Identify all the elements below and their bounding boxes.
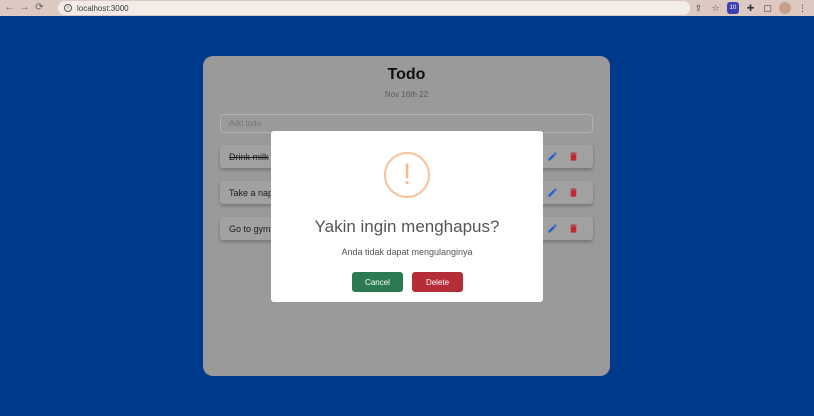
trash-icon[interactable] [567,222,579,234]
back-icon[interactable]: ← [4,3,15,14]
todo-item-label: Go to gym [229,224,271,234]
todo-title: Todo [387,66,426,83]
dialog-title: Yakin ingin menghapus? [314,217,500,236]
extension-icon[interactable]: 10 [727,2,739,14]
forward-icon[interactable]: → [19,3,30,14]
share-icon[interactable]: ⇪ [693,3,704,14]
edit-icon[interactable] [546,186,558,198]
todo-date: Nov 16th 22 [384,90,429,99]
puzzle-icon[interactable]: ✚ [745,3,756,14]
confirm-dialog: ! Yakin ingin menghapus? Anda tidak dapa… [271,131,543,302]
reload-icon[interactable]: ⟳ [34,3,45,14]
todo-item-label: Take a nap [229,188,274,198]
trash-icon[interactable] [567,186,579,198]
exclamation-icon: ! [402,158,412,191]
star-icon[interactable]: ☆ [710,3,721,14]
url-text: localhost:3000 [77,3,129,13]
dialog-message: Anda tidak dapat mengulanginya [341,247,473,257]
profile-avatar[interactable] [779,2,791,14]
browser-actions: ⇪ ☆ 10 ✚ ▢ ⋮ [693,1,808,15]
browser-toolbar: ← → ⟳ i localhost:3000 ⇪ ☆ 10 ✚ ▢ ⋮ [0,0,814,16]
delete-button[interactable]: Delete [412,272,463,292]
edit-icon[interactable] [546,222,558,234]
cancel-button[interactable]: Cancel [352,272,403,292]
todo-item-label: Drink milk [229,152,269,162]
warning-icon: ! [384,152,430,198]
sidebar-icon[interactable]: ▢ [762,3,773,14]
trash-icon[interactable] [567,150,579,162]
menu-icon[interactable]: ⋮ [797,3,808,14]
address-bar[interactable]: i localhost:3000 [58,1,690,15]
edit-icon[interactable] [546,150,558,162]
info-icon[interactable]: i [64,4,72,12]
